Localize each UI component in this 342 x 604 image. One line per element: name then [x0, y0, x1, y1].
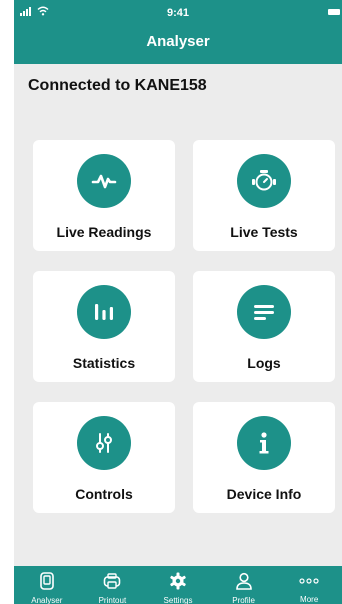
bar-chart-icon — [77, 285, 131, 339]
app-header: 9:41 Analyser — [14, 0, 342, 64]
status-time: 9:41 — [166, 7, 190, 19]
page-title: Analyser — [146, 33, 210, 50]
nav-more[interactable]: More — [276, 566, 342, 604]
battery-icon — [328, 9, 340, 15]
tile-logs[interactable]: Logs — [193, 271, 335, 382]
tile-label: Statistics — [72, 355, 136, 371]
tile-label: Controls — [75, 486, 133, 502]
nav-label: Profile — [232, 596, 255, 604]
bottom-nav: Analyser Printout Settings Profile More — [14, 566, 342, 604]
more-icon — [299, 572, 319, 589]
nav-analyser[interactable]: Analyser — [14, 566, 80, 604]
nav-settings[interactable]: Settings — [145, 566, 211, 604]
nav-label: Printout — [98, 596, 127, 604]
tile-label: Live Tests — [230, 224, 298, 240]
tile-label: Live Readings — [56, 224, 152, 240]
tile-label: Device Info — [226, 486, 302, 502]
tile-live-readings[interactable]: Live Readings — [33, 140, 175, 251]
printer-icon — [103, 572, 121, 590]
sliders-icon — [77, 416, 131, 470]
tile-controls[interactable]: Controls — [33, 402, 175, 513]
tile-label: Logs — [247, 355, 281, 371]
nav-label: Analyser — [31, 596, 63, 604]
list-icon — [237, 285, 291, 339]
pulse-icon — [77, 154, 131, 208]
nav-label: More — [300, 595, 319, 604]
status-bar: 9:41 — [14, 0, 342, 26]
tile-live-tests[interactable]: Live Tests — [193, 140, 335, 251]
gauge-icon — [237, 154, 291, 208]
analyser-icon — [39, 572, 55, 590]
gear-icon — [169, 572, 187, 590]
screen-edge — [0, 0, 14, 604]
nav-printout[interactable]: Printout — [80, 566, 146, 604]
connection-status: Connected to KANE158 — [28, 77, 207, 94]
tile-device-info[interactable]: Device Info — [193, 402, 335, 513]
info-icon — [237, 416, 291, 470]
user-icon — [235, 572, 253, 590]
tile-statistics[interactable]: Statistics — [33, 271, 175, 382]
nav-profile[interactable]: Profile — [211, 566, 277, 604]
app-screen: 9:41 Analyser Connected to KANE158 Live … — [0, 0, 342, 604]
nav-label: Settings — [163, 596, 193, 604]
